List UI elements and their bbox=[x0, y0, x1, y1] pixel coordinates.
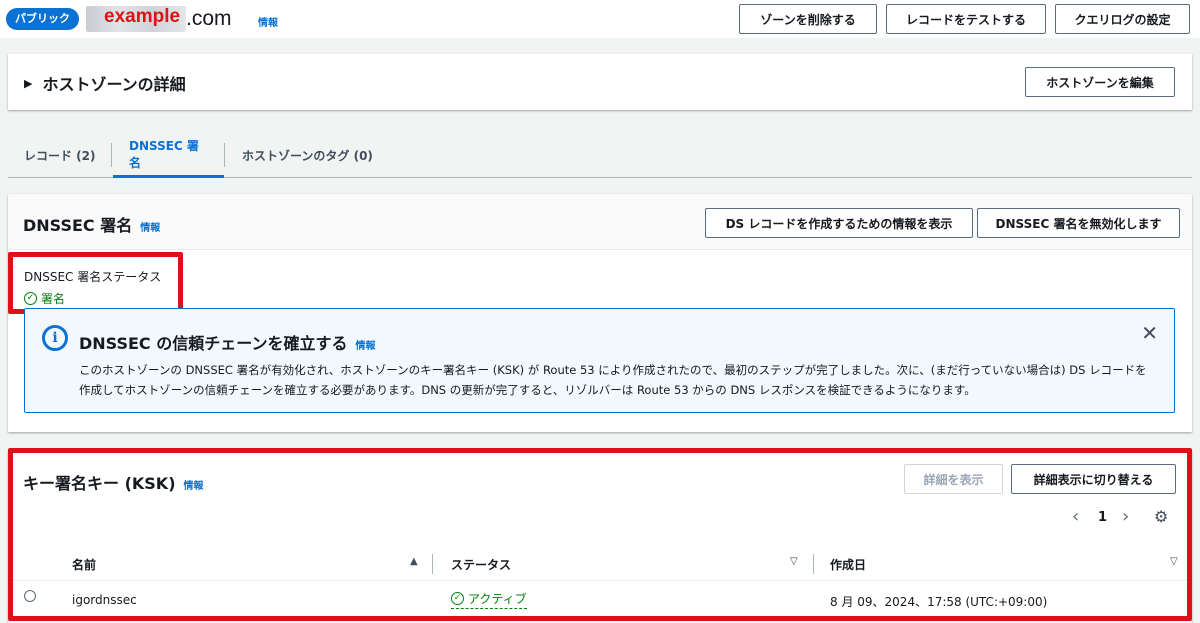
tab-dnssec-signing[interactable]: DNSSEC 署名 bbox=[113, 132, 224, 178]
edit-hosted-zone-button[interactable]: ホストゾーンを編集 bbox=[1025, 67, 1175, 97]
tab-hosted-zone-tags[interactable]: ホストゾーンのタグ (0) bbox=[226, 132, 389, 178]
delete-zone-button[interactable]: ゾーンを削除する bbox=[739, 4, 877, 34]
tab-records[interactable]: レコード (2) bbox=[8, 132, 112, 178]
hosted-zone-details-panel: ▶ ホストゾーンの詳細 ホストゾーンを編集 bbox=[8, 54, 1192, 110]
disable-dnssec-button[interactable]: DNSSEC 署名を無効化します bbox=[977, 208, 1180, 238]
tab-divider bbox=[224, 143, 225, 167]
zone-info-link[interactable]: 情報 bbox=[258, 14, 278, 29]
tab-divider bbox=[111, 143, 112, 167]
dnssec-panel-header: DNSSEC 署名 情報 DS レコードを作成するための情報を表示 DNSSEC… bbox=[8, 194, 1192, 250]
test-record-button[interactable]: レコードをテストする bbox=[886, 4, 1046, 34]
chain-of-trust-alert: i DNSSEC の信頼チェーンを確立する 情報 このホストゾーンの DNSSE… bbox=[24, 308, 1175, 413]
top-bar: パブリック example .com 情報 ゾーンを削除する レコードをテストす… bbox=[0, 0, 1200, 38]
alert-info-link[interactable]: 情報 bbox=[355, 337, 375, 352]
alert-body: このホストゾーンの DNSSEC 署名が有効化され、ホストゾーンのキー署名キー … bbox=[79, 363, 1147, 397]
hosted-zone-details-toggle[interactable]: ▶ ホストゾーンの詳細 bbox=[24, 71, 186, 95]
dnssec-title-text: DNSSEC 署名 bbox=[23, 216, 133, 235]
alert-title-text: DNSSEC の信頼チェーンを確立する bbox=[79, 334, 348, 353]
highlight-box-status bbox=[8, 252, 183, 314]
domain-overlay-text: example bbox=[104, 6, 181, 27]
close-icon[interactable]: ✕ bbox=[1141, 321, 1158, 345]
tab-bar: レコード (2) DNSSEC 署名 ホストゾーンのタグ (0) bbox=[8, 132, 1192, 178]
view-ds-record-info-button[interactable]: DS レコードを作成するための情報を表示 bbox=[705, 208, 973, 238]
highlight-box-ksk bbox=[8, 448, 1192, 621]
public-badge: パブリック bbox=[6, 8, 79, 30]
dnssec-info-link[interactable]: 情報 bbox=[140, 219, 160, 234]
domain-suffix: .com bbox=[186, 7, 232, 30]
dnssec-panel-title: DNSSEC 署名 情報 bbox=[23, 212, 160, 236]
query-logging-button[interactable]: クエリログの設定 bbox=[1055, 4, 1190, 34]
alert-title: DNSSEC の信頼チェーンを確立する 情報 bbox=[79, 330, 375, 354]
info-circle-icon: i bbox=[42, 325, 68, 351]
caret-right-icon: ▶ bbox=[24, 76, 33, 90]
hosted-zone-details-title: ホストゾーンの詳細 bbox=[42, 75, 186, 94]
domain-name: example .com bbox=[86, 4, 232, 34]
